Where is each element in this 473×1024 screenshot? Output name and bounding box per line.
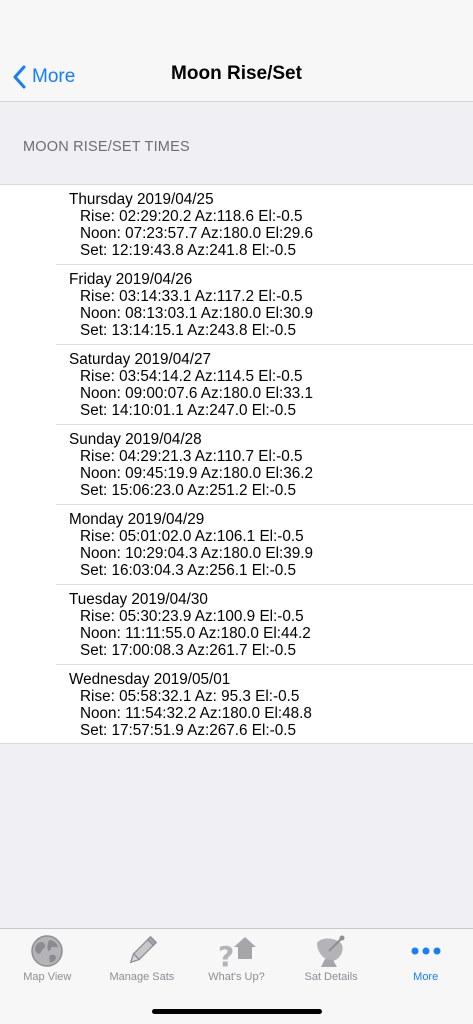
set-time: Set: 16:03:04.3 Az:256.1 El:-0.5 <box>80 562 297 579</box>
day-date: Tuesday 2019/04/30 <box>69 591 208 608</box>
rise-time: Rise: 02:29:20.2 Az:118.6 El:-0.5 <box>80 208 303 225</box>
tab-whats-up[interactable]: ? What's Up? <box>189 929 284 989</box>
tab-label: Manage Sats <box>109 971 175 983</box>
tab-more[interactable]: More <box>378 929 473 989</box>
tab-label: Sat Details <box>304 971 358 983</box>
svg-text:?: ? <box>218 940 234 969</box>
noon-time: Noon: 07:23:57.7 Az:180.0 El:29.6 <box>80 225 314 242</box>
moon-times-list: Thursday 2019/04/25 Rise: 02:29:20.2 Az:… <box>0 184 473 744</box>
tab-sat-details[interactable]: Sat Details <box>284 929 379 989</box>
day-date: Friday 2019/04/26 <box>69 271 193 288</box>
more-dots-icon <box>411 947 441 955</box>
list-item: Thursday 2019/04/25 Rise: 02:29:20.2 Az:… <box>0 185 473 265</box>
noon-time: Noon: 09:45:19.9 Az:180.0 El:36.2 <box>80 465 314 482</box>
list-item: Monday 2019/04/29 Rise: 05:01:02.0 Az:10… <box>0 505 473 585</box>
home-indicator <box>152 1009 322 1014</box>
day-date: Monday 2019/04/29 <box>69 511 205 528</box>
tab-label: Map View <box>23 971 72 983</box>
question-house-icon: ? <box>218 937 257 969</box>
pencil-icon <box>129 935 157 964</box>
tab-manage-sats[interactable]: Manage Sats <box>95 929 190 989</box>
page-title: Moon Rise/Set <box>171 63 302 84</box>
rise-time: Rise: 04:29:21.3 Az:110.7 El:-0.5 <box>80 448 303 465</box>
set-time: Set: 12:19:43.8 Az:241.8 El:-0.5 <box>80 242 297 259</box>
set-time: Set: 15:06:23.0 Az:251.2 El:-0.5 <box>80 482 297 499</box>
set-time: Set: 14:10:01.1 Az:247.0 El:-0.5 <box>80 402 297 419</box>
rise-time: Rise: 03:54:14.2 Az:114.5 El:-0.5 <box>80 368 303 385</box>
day-date: Wednesday 2019/05/01 <box>69 671 231 688</box>
tab-label: What's Up? <box>208 971 265 983</box>
set-time: Set: 13:14:15.1 Az:243.8 El:-0.5 <box>80 322 297 339</box>
navigation-bar: More Moon Rise/Set <box>0 0 473 102</box>
noon-time: Noon: 08:13:03.1 Az:180.0 El:30.9 <box>80 305 314 322</box>
noon-time: Noon: 10:29:04.3 Az:180.0 El:39.9 <box>80 545 314 562</box>
day-date: Thursday 2019/04/25 <box>69 191 214 208</box>
rise-time: Rise: 05:01:02.0 Az:106.1 El:-0.5 <box>80 528 304 545</box>
tab-map-view[interactable]: Map View <box>0 929 95 989</box>
list-item: Wednesday 2019/05/01 Rise: 05:58:32.1 Az… <box>0 665 473 745</box>
satellite-dish-icon <box>317 935 345 967</box>
noon-time: Noon: 11:11:55.0 Az:180.0 El:44.2 <box>80 625 311 642</box>
tab-label: More <box>413 971 439 983</box>
rise-time: Rise: 03:14:33.1 Az:117.2 El:-0.5 <box>80 288 303 305</box>
rise-time: Rise: 05:58:32.1 Az: 95.3 El:-0.5 <box>80 688 300 705</box>
globe-icon <box>31 935 64 967</box>
list-item: Tuesday 2019/04/30 Rise: 05:30:23.9 Az:1… <box>0 585 473 665</box>
set-time: Set: 17:57:51.9 Az:267.6 El:-0.5 <box>80 722 297 739</box>
set-time: Set: 17:00:08.3 Az:261.7 El:-0.5 <box>80 642 297 659</box>
list-item: Sunday 2019/04/28 Rise: 04:29:21.3 Az:11… <box>0 425 473 505</box>
rise-time: Rise: 05:30:23.9 Az:100.9 El:-0.5 <box>80 608 304 625</box>
day-date: Saturday 2019/04/27 <box>69 351 212 368</box>
section-header: MOON RISE/SET TIMES <box>23 139 190 155</box>
list-item: Saturday 2019/04/27 Rise: 03:54:14.2 Az:… <box>0 345 473 425</box>
list-item: Friday 2019/04/26 Rise: 03:14:33.1 Az:11… <box>0 265 473 345</box>
day-date: Sunday 2019/04/28 <box>69 431 202 448</box>
noon-time: Noon: 11:54:32.2 Az:180.0 El:48.8 <box>80 705 312 722</box>
noon-time: Noon: 09:00:07.6 Az:180.0 El:33.1 <box>80 385 314 402</box>
